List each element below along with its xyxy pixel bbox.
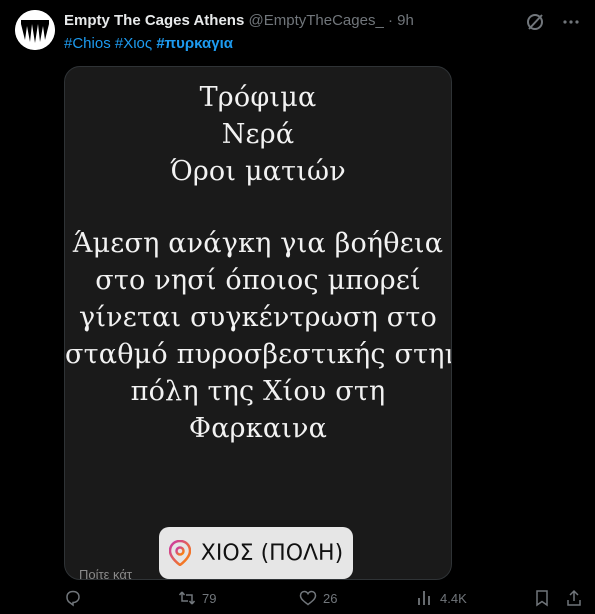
- avatar-logo-icon: [15, 10, 55, 50]
- views-count: 4.4K: [440, 590, 467, 606]
- location-label: ΧΙΟΣ (ΠΟΛΗ): [200, 540, 344, 566]
- media-line: Φαρκαινα: [188, 413, 328, 444]
- timestamp[interactable]: 9h: [397, 12, 414, 29]
- cut-off-text: Ποίτε κάτ: [79, 567, 133, 580]
- reply-icon: [66, 590, 80, 607]
- hashtag-chios[interactable]: #Chios: [64, 35, 111, 52]
- hashtag-pyrkagia[interactable]: #πυρκαγια: [156, 35, 233, 52]
- more-options-icon[interactable]: [561, 12, 581, 32]
- heart-icon: [299, 590, 317, 606]
- share-icon: [567, 589, 581, 606]
- reply-button[interactable]: [64, 589, 82, 607]
- views-chart-icon: [418, 591, 430, 605]
- media-line: Νερά: [221, 119, 295, 150]
- header-icons: [525, 12, 581, 32]
- location-pin-icon: [168, 540, 191, 566]
- media-line: Τρόφιμα: [199, 82, 317, 113]
- grok-icon[interactable]: [525, 12, 545, 32]
- author-handle[interactable]: @EmptyTheCages_: [249, 12, 384, 29]
- author-name[interactable]: Empty The Cages Athens: [64, 12, 244, 29]
- bookmark-button[interactable]: [533, 589, 551, 607]
- hashtag-xios[interactable]: #Χιος: [115, 35, 152, 52]
- media-line: Άμεση ανάγκη για βοήθεια: [72, 228, 444, 259]
- retweet-button[interactable]: 79: [178, 589, 216, 607]
- media-line: γίνεται συγκέντρωση στο: [79, 302, 437, 333]
- tweet-header: Empty The Cages Athens @EmptyTheCages_ ·…: [64, 12, 414, 29]
- hashtags: #Chios #Χιος #πυρκαγια: [64, 35, 233, 52]
- location-sticker: ΧΙΟΣ (ΠΟΛΗ): [159, 527, 353, 579]
- tweet-media[interactable]: Τρόφιμα Νερά Όροι ματιών Άμεση ανάγκη γι…: [64, 66, 452, 580]
- media-line: στο νησί όποιος μπορεί: [95, 265, 421, 296]
- media-text-top: Τρόφιμα Νερά Όροι ματιών: [65, 79, 451, 190]
- media-line: σταθμό πυροσβεστικής στην: [65, 339, 452, 370]
- tweet-actions: 79 26 4.4K: [0, 589, 595, 613]
- media-line: Όροι ματιών: [170, 156, 346, 187]
- media-text-body: Άμεση ανάγκη για βοήθεια στο νησί όποιος…: [65, 225, 451, 447]
- views-button[interactable]: 4.4K: [416, 589, 467, 607]
- bookmark-icon: [536, 590, 548, 607]
- media-line: πόλη της Χίου στη: [130, 376, 386, 407]
- avatar[interactable]: [15, 10, 55, 50]
- share-button[interactable]: [565, 589, 583, 607]
- retweet-icon: [178, 591, 196, 605]
- like-button[interactable]: 26: [299, 589, 337, 607]
- like-count: 26: [323, 590, 338, 606]
- separator: ·: [387, 12, 393, 29]
- retweet-count: 79: [202, 590, 217, 606]
